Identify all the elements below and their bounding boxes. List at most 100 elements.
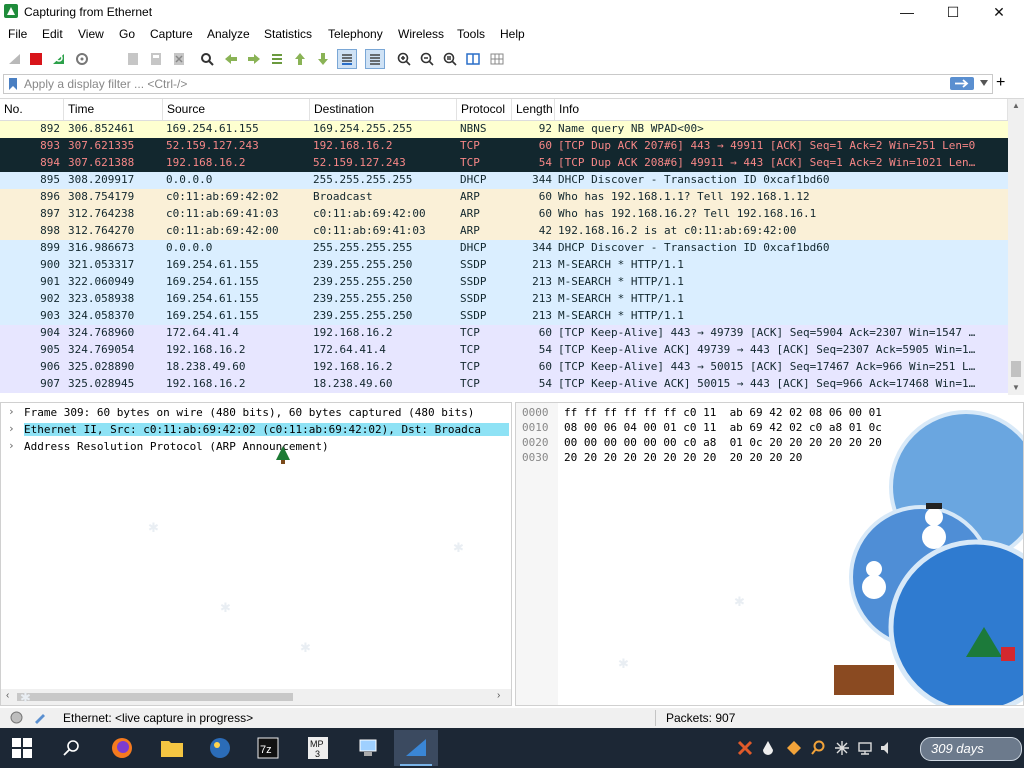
zoom-in-button[interactable] — [395, 50, 413, 68]
menu-statistics[interactable]: Statistics — [264, 27, 312, 41]
packet-cell-time: 321.053317 — [68, 258, 135, 271]
first-packet-button[interactable] — [291, 50, 309, 68]
start-button[interactable] — [0, 730, 44, 766]
expand-chevron-icon[interactable]: › — [8, 439, 15, 452]
details-scroll-thumb[interactable] — [17, 693, 293, 701]
capture-comment-icon[interactable] — [33, 711, 47, 724]
packet-row[interactable]: 901 322.060949 169.254.61.155 239.255.255.2… — [0, 274, 1008, 291]
menu-file[interactable]: File — [8, 27, 27, 41]
packet-row[interactable]: 897 312.764238 c0:11:ab:69:41:03 c0:11:ab:6… — [0, 206, 1008, 223]
save-file-button[interactable] — [147, 50, 165, 68]
packet-cell-len: 60 — [538, 360, 552, 373]
apply-filter-button[interactable] — [950, 77, 974, 90]
close-file-button[interactable] — [170, 50, 188, 68]
colorize-button[interactable] — [365, 49, 385, 69]
packet-row[interactable]: 900 321.053317 169.254.61.155 239.255.255.2… — [0, 257, 1008, 274]
auto-scroll-button[interactable] — [337, 49, 357, 69]
details-horizontal-scrollbar[interactable]: ‹ › — [1, 689, 511, 705]
menu-telephony[interactable]: Telephony — [328, 27, 383, 41]
packet-row[interactable]: 895 308.209917 0.0.0.0 255.255.255.255 DHCP 3… — [0, 172, 1008, 189]
packet-cell-no: 907 — [40, 377, 60, 390]
scroll-up-icon[interactable]: ▲ — [1012, 101, 1020, 110]
find-packet-button[interactable] — [198, 50, 216, 68]
packet-row[interactable]: 894 307.621388 192.168.16.2 52.159.127.243 T… — [0, 155, 1008, 172]
taskbar-mp3-app[interactable]: MP 3 — [296, 730, 340, 766]
go-back-button[interactable] — [222, 50, 240, 68]
menu-go[interactable]: Go — [119, 27, 135, 41]
column-info[interactable]: Info — [555, 99, 1008, 120]
packet-row[interactable]: 904 324.768960 172.64.41.4 192.168.16.2 TCP 6… — [0, 325, 1008, 342]
taskbar-7zip[interactable]: 7z — [246, 730, 290, 766]
tray-network-icon[interactable] — [857, 740, 873, 756]
detail-tree-row[interactable]: › Frame 309: 60 bytes on wire (480 bits),… — [1, 405, 509, 421]
packet-row[interactable]: 902 323.058938 169.254.61.155 239.255.255.2… — [0, 291, 1008, 308]
expand-chevron-icon[interactable]: › — [8, 405, 15, 418]
normal-size-button[interactable] — [441, 50, 459, 68]
chevron-down-icon[interactable] — [980, 80, 988, 86]
packet-list-scroll-thumb[interactable] — [1011, 361, 1021, 377]
expand-chevron-icon[interactable]: › — [8, 422, 15, 435]
packet-list-scrollbar[interactable]: ▲ ▼ — [1008, 99, 1024, 395]
detail-tree-row[interactable]: › Ethernet II, Src: c0:11:ab:69:42:02 (c0… — [1, 422, 509, 438]
packet-row[interactable]: 899 316.986673 0.0.0.0 255.255.255.255 DHCP 3… — [0, 240, 1008, 257]
taskbar-search-button[interactable] — [50, 730, 94, 766]
menu-view[interactable]: View — [78, 27, 104, 41]
menu-wireless[interactable]: Wireless — [398, 27, 444, 41]
close-button[interactable]: ✕ — [976, 0, 1022, 24]
resize-columns-button[interactable] — [464, 50, 482, 68]
tray-drop-icon[interactable] — [762, 740, 774, 756]
packet-cell-src: 192.168.16.2 — [166, 343, 246, 356]
bookmark-icon[interactable] — [8, 77, 18, 91]
packet-row[interactable]: 906 325.028890 18.238.49.60 192.168.16.2 TCP… — [0, 359, 1008, 376]
menu-tools[interactable]: Tools — [457, 27, 485, 41]
start-capture-button[interactable] — [6, 50, 24, 68]
column-protocol[interactable]: Protocol — [457, 99, 512, 120]
packet-row[interactable]: 905 324.769054 192.168.16.2 172.64.41.4 TCP 5… — [0, 342, 1008, 359]
packet-cell-no: 897 — [40, 207, 60, 220]
tray-brightness-icon[interactable] — [834, 740, 850, 756]
maximize-button[interactable]: ☐ — [930, 0, 976, 24]
column-no[interactable]: No. — [0, 99, 64, 120]
column-destination[interactable]: Destination — [310, 99, 457, 120]
menu-capture[interactable]: Capture — [150, 27, 193, 41]
tray-diamond-icon[interactable] — [786, 740, 802, 756]
capture-options-button[interactable] — [73, 50, 91, 68]
taskbar-network-app[interactable] — [198, 730, 242, 766]
packet-cell-src: 0.0.0.0 — [166, 241, 213, 254]
taskbar-firefox[interactable] — [100, 730, 144, 766]
open-file-button[interactable] — [124, 50, 142, 68]
tray-app-icon[interactable] — [737, 740, 753, 756]
restart-capture-button[interactable] — [50, 50, 68, 68]
go-to-packet-button[interactable] — [268, 50, 286, 68]
detail-tree-row[interactable]: › Address Resolution Protocol (ARP Announ… — [1, 439, 509, 455]
zoom-out-button[interactable] — [418, 50, 436, 68]
expert-info-icon[interactable] — [10, 711, 23, 724]
packet-row[interactable]: 903 324.058370 169.254.61.155 239.255.255.2… — [0, 308, 1008, 325]
taskbar-wireshark[interactable] — [394, 730, 438, 766]
menu-analyze[interactable]: Analyze — [207, 27, 250, 41]
packet-row[interactable]: 896 308.754179 c0:11:ab:69:42:02 Broadcast A… — [0, 189, 1008, 206]
scroll-left-icon[interactable]: ‹ — [6, 690, 9, 701]
last-packet-button[interactable] — [314, 50, 332, 68]
column-preferences-button[interactable] — [488, 50, 506, 68]
packet-row[interactable]: 898 312.764270 c0:11:ab:69:42:00 c0:11:ab:6… — [0, 223, 1008, 240]
tray-search-icon[interactable] — [810, 740, 826, 756]
column-time[interactable]: Time — [64, 99, 163, 120]
packet-row[interactable]: 907 325.028945 192.168.16.2 18.238.49.60 TCP… — [0, 376, 1008, 393]
menu-help[interactable]: Help — [500, 27, 525, 41]
tray-volume-icon[interactable] — [879, 740, 895, 756]
scroll-right-icon[interactable]: › — [497, 690, 500, 701]
minimize-button[interactable]: — — [884, 0, 930, 24]
taskbar-file-explorer[interactable] — [150, 730, 194, 766]
stop-capture-button[interactable] — [27, 50, 45, 68]
go-forward-button[interactable] — [245, 50, 263, 68]
taskbar-network-monitor[interactable] — [346, 730, 390, 766]
packet-row[interactable]: 892 306.852461 169.254.61.155 169.254.255.2… — [0, 121, 1008, 138]
packet-row[interactable]: 893 307.621335 52.159.127.243 192.168.16.2 T… — [0, 138, 1008, 155]
scroll-down-icon[interactable]: ▼ — [1012, 383, 1020, 392]
add-filter-button[interactable]: + — [996, 74, 1005, 92]
column-source[interactable]: Source — [163, 99, 310, 120]
column-length[interactable]: Length — [512, 99, 555, 120]
display-filter-input[interactable]: Apply a display filter ... <Ctrl-/> — [3, 74, 993, 94]
menu-edit[interactable]: Edit — [42, 27, 63, 41]
